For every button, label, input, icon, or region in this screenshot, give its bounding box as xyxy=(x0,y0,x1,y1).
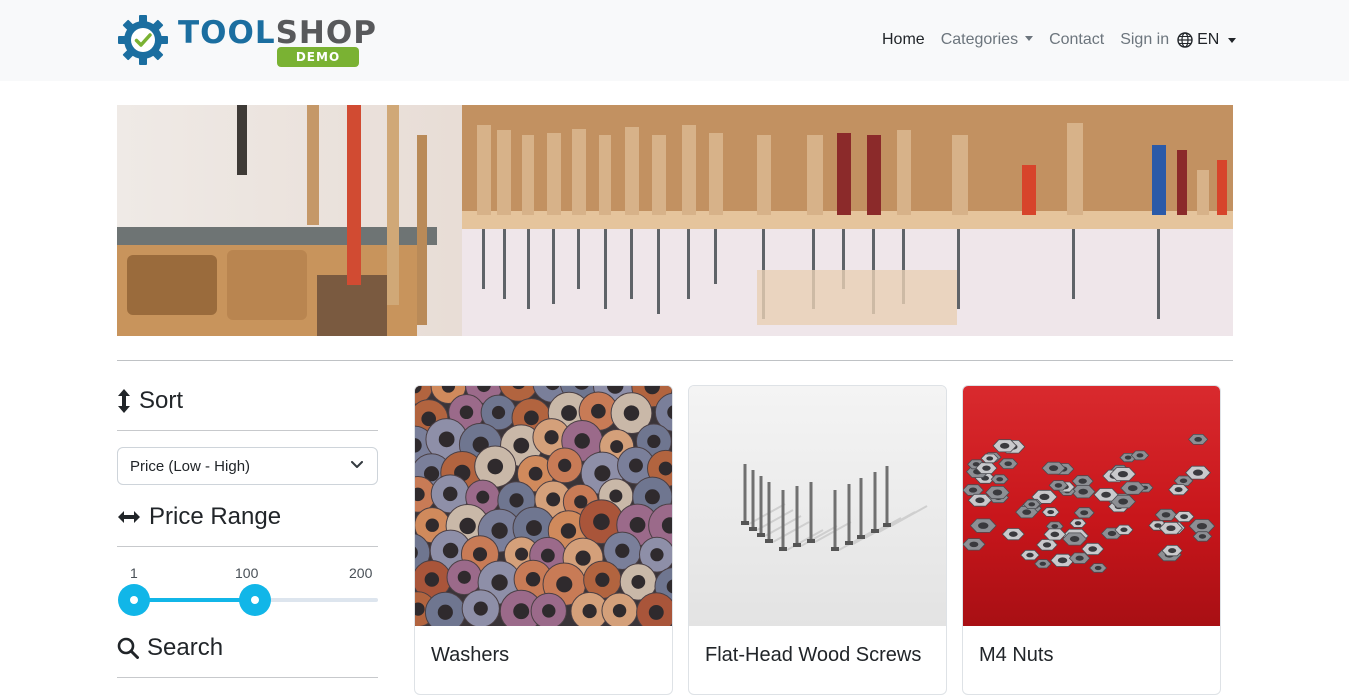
section-divider xyxy=(117,360,1233,361)
product-name: Flat-Head Wood Screws xyxy=(705,644,922,666)
demo-badge: DEMO xyxy=(277,47,359,67)
caret-down-icon xyxy=(1025,36,1034,41)
sort-divider xyxy=(117,430,378,431)
search-heading-label: Search xyxy=(147,634,224,661)
price-slider-max-handle[interactable] xyxy=(239,584,272,616)
product-card[interactable]: Washers xyxy=(414,385,673,695)
brand-name-part1: TOOL xyxy=(178,15,276,51)
sort-heading: Sort xyxy=(117,387,183,415)
tools-wall-photo xyxy=(117,105,1233,336)
price-range-heading: Price Range xyxy=(117,503,281,531)
product-name: M4 Nuts xyxy=(979,644,1054,666)
sort-selected-value: Price (Low - High) xyxy=(130,458,251,475)
language-dropdown[interactable]: EN xyxy=(1177,31,1237,49)
globe-icon xyxy=(1177,32,1193,48)
product-image xyxy=(963,386,1220,626)
nuts-photo xyxy=(963,386,1220,626)
price-slider-min-handle[interactable] xyxy=(118,584,150,616)
search-heading: Search xyxy=(117,634,223,662)
caret-down-icon xyxy=(1228,37,1237,43)
gear-check-icon xyxy=(118,15,168,65)
product-card[interactable]: M4 Nuts xyxy=(962,385,1221,695)
brand-name: TOOLSHOP xyxy=(178,18,377,49)
product-image xyxy=(689,386,946,626)
nav-home-link[interactable]: Home xyxy=(882,31,925,49)
language-label: EN xyxy=(1197,31,1220,48)
sort-vertical-arrows-icon xyxy=(118,389,130,413)
hero-banner xyxy=(117,105,1233,336)
sort-heading-label: Sort xyxy=(139,387,184,414)
nav-categories-label: Categories xyxy=(940,31,1019,48)
brand-name-part2: SHOP xyxy=(275,15,377,51)
product-card[interactable]: Flat-Head Wood Screws xyxy=(688,385,947,695)
brand-logo[interactable]: TOOLSHOP DEMO xyxy=(117,12,376,70)
washers-photo xyxy=(415,386,672,626)
product-name: Washers xyxy=(431,644,510,666)
sort-select[interactable]: Price (Low - High) xyxy=(117,447,378,485)
nav-contact-link[interactable]: Contact xyxy=(1049,31,1104,49)
nav-sign-in-link[interactable]: Sign in xyxy=(1120,31,1169,49)
range-value-label: 100 xyxy=(235,565,259,581)
product-image xyxy=(415,386,672,626)
range-max-label: 200 xyxy=(349,565,373,581)
nav-menu: Home Categories Contact Sign in EN xyxy=(882,31,1237,49)
price-range-heading-label: Price Range xyxy=(149,503,282,530)
price-range-divider xyxy=(117,546,378,547)
price-slider-fill xyxy=(134,598,256,602)
search-divider xyxy=(117,677,378,678)
screws-photo xyxy=(689,386,946,626)
nav-categories-dropdown[interactable]: Categories xyxy=(940,31,1034,49)
range-min-label: 1 xyxy=(130,565,138,581)
search-icon xyxy=(117,637,139,659)
navbar: TOOLSHOP DEMO Home Categories Contact Si… xyxy=(0,0,1349,81)
horizontal-arrows-icon xyxy=(118,511,140,523)
chevron-down-icon xyxy=(351,461,363,468)
